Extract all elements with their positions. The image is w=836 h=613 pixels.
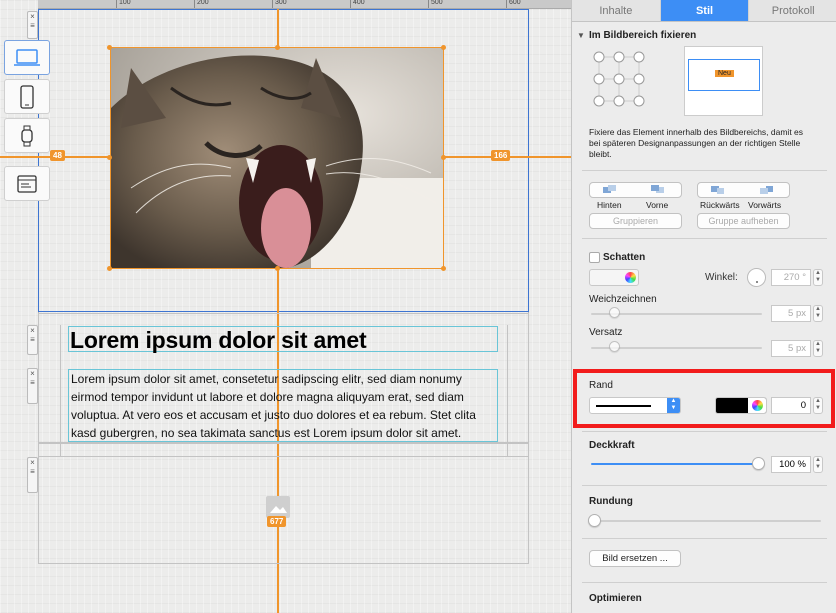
device-browser-button[interactable]	[4, 166, 50, 201]
angle-dial[interactable]	[747, 268, 766, 287]
tab-inhalte[interactable]: Inhalte	[572, 0, 661, 21]
angle-label: Winkel:	[705, 272, 738, 283]
offset-label: Versatz	[589, 327, 623, 338]
label-vorne[interactable]: Vorne	[646, 200, 668, 210]
headline-text[interactable]: Lorem ipsum dolor sit amet	[68, 326, 498, 353]
highlight-frame	[573, 369, 835, 428]
browser-icon	[17, 174, 37, 193]
blur-stepper[interactable]: ▲ ▼	[813, 305, 823, 322]
ruler-label: 100	[119, 0, 131, 6]
cat-photo	[111, 48, 443, 268]
watch-icon	[21, 125, 33, 146]
ungroup-button[interactable]: Gruppe aufheben	[697, 213, 790, 229]
optimize-section-title[interactable]: Optimieren	[589, 593, 642, 604]
column-divider	[507, 325, 508, 456]
offset-field[interactable]: 5 px	[771, 340, 811, 357]
divider	[582, 170, 827, 171]
device-watch-button[interactable]	[4, 118, 50, 153]
section-handle[interactable]: × ≡	[27, 325, 38, 355]
disclosure-triangle-icon[interactable]: ▼	[577, 31, 585, 40]
cat-image[interactable]	[110, 47, 444, 269]
send-back-icon[interactable]	[601, 184, 618, 195]
phone-icon	[20, 84, 34, 109]
ruler-label: 200	[197, 0, 209, 6]
design-canvas[interactable]: 100 200 300 400 500 600 × ≡ × ≡ × ≡ × ≡ 48 1…	[0, 0, 571, 613]
blur-field[interactable]: 5 px	[771, 305, 811, 322]
ruler-label: 400	[353, 0, 365, 6]
group-button[interactable]: Gruppieren	[589, 213, 682, 229]
tab-protokoll[interactable]: Protokoll	[749, 0, 836, 21]
divider	[582, 538, 827, 539]
backward-icon[interactable]	[709, 184, 726, 195]
distance-bottom-badge: 677	[267, 516, 287, 527]
ruler-label: 300	[275, 0, 287, 6]
body-text[interactable]: Lorem ipsum dolor sit amet, consetetur s…	[68, 369, 498, 442]
ruler-label: 500	[431, 0, 443, 6]
label-hinten[interactable]: Hinten	[597, 200, 622, 210]
inspector-tabs: Inhalte Stil Protokoll	[572, 0, 836, 22]
anchor-grid[interactable]	[593, 51, 645, 107]
resize-handle[interactable]	[107, 45, 112, 50]
opacity-stepper[interactable]: ▲ ▼	[813, 456, 823, 473]
divider	[582, 431, 827, 432]
ruler-label: 600	[509, 0, 521, 6]
device-desktop-button[interactable]	[4, 40, 50, 75]
offset-stepper[interactable]: ▲ ▼	[813, 340, 823, 357]
resize-handle[interactable]	[107, 155, 112, 160]
section-handle[interactable]: × ≡	[27, 11, 38, 39]
device-phone-button[interactable]	[4, 79, 50, 114]
blur-slider-knob[interactable]	[609, 307, 620, 318]
resize-handle[interactable]	[275, 45, 280, 50]
image-placeholder-icon	[266, 496, 290, 518]
shadow-label: Schatten	[603, 252, 646, 263]
tab-stil[interactable]: Stil	[660, 0, 750, 21]
angle-field[interactable]: 270 °	[771, 269, 811, 286]
shadow-color-well[interactable]	[589, 269, 639, 286]
resize-handle[interactable]	[441, 266, 446, 271]
opacity-label: Deckkraft	[589, 440, 635, 451]
distance-right-badge: 166	[491, 150, 511, 161]
angle-stepper[interactable]: ▲ ▼	[813, 269, 823, 286]
shadow-checkbox[interactable]	[589, 252, 600, 263]
opacity-field[interactable]: 100 %	[771, 456, 811, 473]
fix-preview: Neu	[684, 46, 763, 116]
fix-description: Fixiere das Element innerhalb des Bildbe…	[589, 127, 804, 159]
label-rueckwaerts[interactable]: Rückwärts	[700, 200, 740, 210]
resize-handle[interactable]	[441, 155, 446, 160]
blur-label: Weichzeichnen	[589, 294, 657, 305]
section-handle[interactable]: × ≡	[27, 368, 38, 404]
fix-section-title: Im Bildbereich fixieren	[589, 30, 697, 41]
replace-image-button[interactable]: Bild ersetzen ...	[589, 550, 681, 567]
rounding-slider[interactable]	[591, 520, 821, 522]
forward-icon[interactable]	[758, 184, 775, 195]
spacer-row	[38, 443, 529, 457]
resize-handle[interactable]	[275, 266, 280, 271]
label-vorwaerts[interactable]: Vorwärts	[748, 200, 781, 210]
offset-slider-knob[interactable]	[609, 341, 620, 352]
horizontal-ruler: 100 200 300 400 500 600	[38, 0, 571, 9]
divider	[582, 485, 827, 486]
resize-handle[interactable]	[107, 266, 112, 271]
rounding-label: Rundung	[589, 496, 633, 507]
divider	[582, 238, 827, 239]
opacity-slider[interactable]	[591, 463, 762, 465]
opacity-slider-knob[interactable]	[752, 457, 765, 470]
rounding-slider-knob[interactable]	[588, 514, 601, 527]
preview-new-label: Neu	[715, 70, 734, 77]
distance-left-badge: 48	[50, 150, 65, 161]
section-handle[interactable]: × ≡	[27, 457, 38, 493]
bring-front-icon[interactable]	[649, 184, 666, 195]
column-divider	[60, 325, 61, 456]
divider	[582, 582, 827, 583]
resize-handle[interactable]	[441, 45, 446, 50]
color-wheel-icon	[625, 272, 636, 283]
desktop-icon	[14, 48, 40, 66]
inspector-panel: Inhalte Stil Protokoll ▼ Im Bildbereich …	[571, 0, 836, 613]
